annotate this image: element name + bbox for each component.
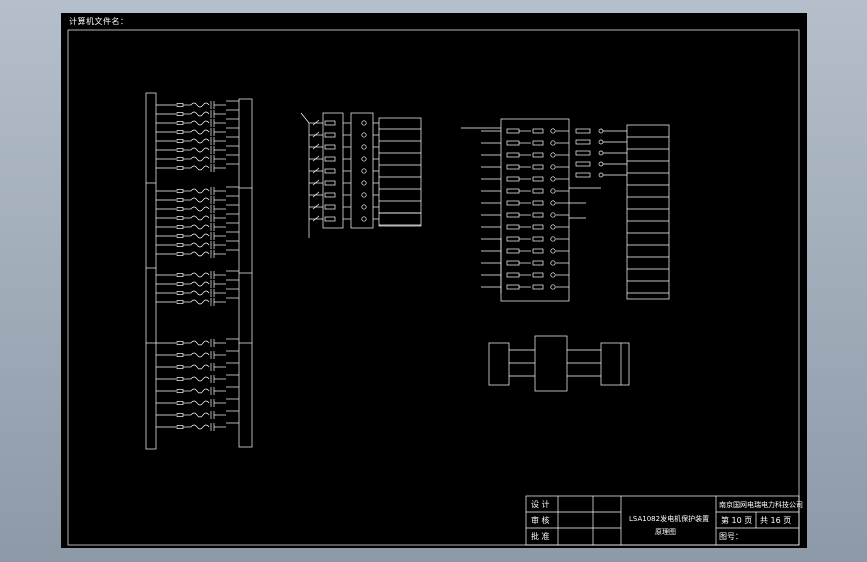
left-terminal-group bbox=[145, 92, 253, 450]
right-relay-group bbox=[461, 118, 670, 302]
total-sheets: 共 16 页 bbox=[760, 516, 792, 525]
approve-label: 批 准 bbox=[531, 532, 550, 541]
drawing-name-line2: 原理图 bbox=[655, 528, 676, 536]
middle-relay-group bbox=[300, 112, 422, 238]
review-label: 审 核 bbox=[531, 516, 550, 525]
drawing-number: 图号： bbox=[719, 532, 743, 541]
bottom-small-group bbox=[488, 335, 630, 392]
inner-border bbox=[67, 29, 800, 546]
drawing-name: LSA1082发电机保护装置 bbox=[629, 515, 710, 523]
company-name: 南京国网电瑞电力科技公司 bbox=[719, 501, 803, 509]
sheet-number: 第 10 页 bbox=[721, 516, 753, 525]
schematic-drawing bbox=[67, 29, 800, 546]
design-label: 设 计 bbox=[531, 500, 550, 509]
drawing-sheet[interactable]: 计算机文件名： 设 计 审 核 批 准 LSA1082发电机保护装置 原理图 南… bbox=[61, 13, 807, 548]
